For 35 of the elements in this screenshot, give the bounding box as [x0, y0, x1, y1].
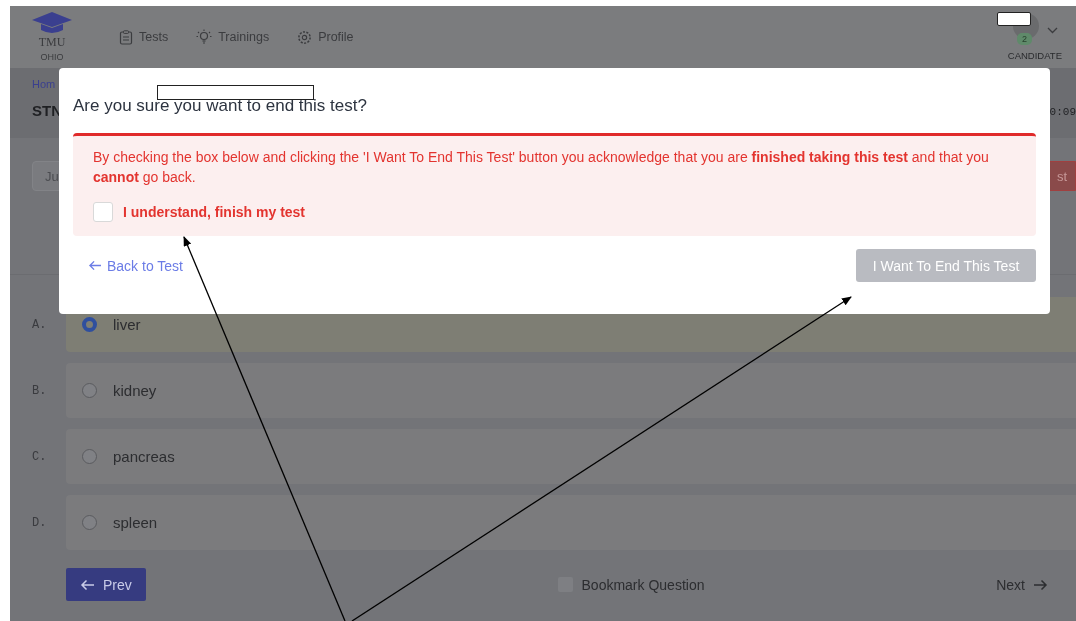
graduation-cap-icon: [32, 12, 72, 34]
checkbox[interactable]: [93, 202, 113, 222]
arrow-left-icon: [88, 260, 102, 271]
user-role: CANDIDATE: [1007, 50, 1062, 61]
radio-button[interactable]: [82, 383, 97, 398]
notification-badge: 2: [1017, 33, 1032, 45]
answer-option[interactable]: kidney: [66, 363, 1076, 418]
clipboard-icon: [119, 29, 133, 45]
nav-link[interactable]: Tests: [119, 29, 169, 45]
logo-text: TMU: [38, 35, 66, 50]
radio-button[interactable]: [82, 515, 97, 530]
answer-option[interactable]: spleen: [66, 495, 1076, 550]
timer: 0:09: [1049, 106, 1076, 120]
checkbox-label: I understand, finish my test: [123, 204, 306, 220]
back-link[interactable]: Back to Test: [88, 257, 183, 274]
nav-link[interactable]: Trainings: [196, 29, 270, 45]
arrow-right-icon: [1033, 578, 1048, 591]
option-letter: C.: [31, 449, 48, 464]
option-letter: D.: [31, 515, 48, 530]
radio-button[interactable]: [82, 449, 97, 464]
redaction-box: [997, 12, 1031, 26]
checkbox-label: Bookmark Question: [581, 576, 705, 593]
warning-text: By checking the box below and clicking the 'I Want To End This Test' button you acknowledge that you are finished taking this test and that you cannot go back.: [93, 148, 990, 187]
chevron-down-icon[interactable]: [1047, 26, 1058, 34]
prev-button[interactable]: Prev: [66, 568, 146, 601]
next-link[interactable]: Next: [996, 576, 1048, 593]
option-letter: A.: [31, 317, 48, 332]
settings-icon: [297, 29, 313, 45]
answer-option[interactable]: pancreas: [66, 429, 1076, 484]
radio-button[interactable]: [82, 317, 97, 332]
lightbulb-icon: [196, 29, 213, 45]
nav-link[interactable]: Profile: [297, 29, 354, 45]
option-letter: B.: [31, 383, 48, 398]
arrow-left-icon: [80, 578, 95, 591]
dialog-title: Are you sure you want to end this test?: [73, 96, 368, 116]
